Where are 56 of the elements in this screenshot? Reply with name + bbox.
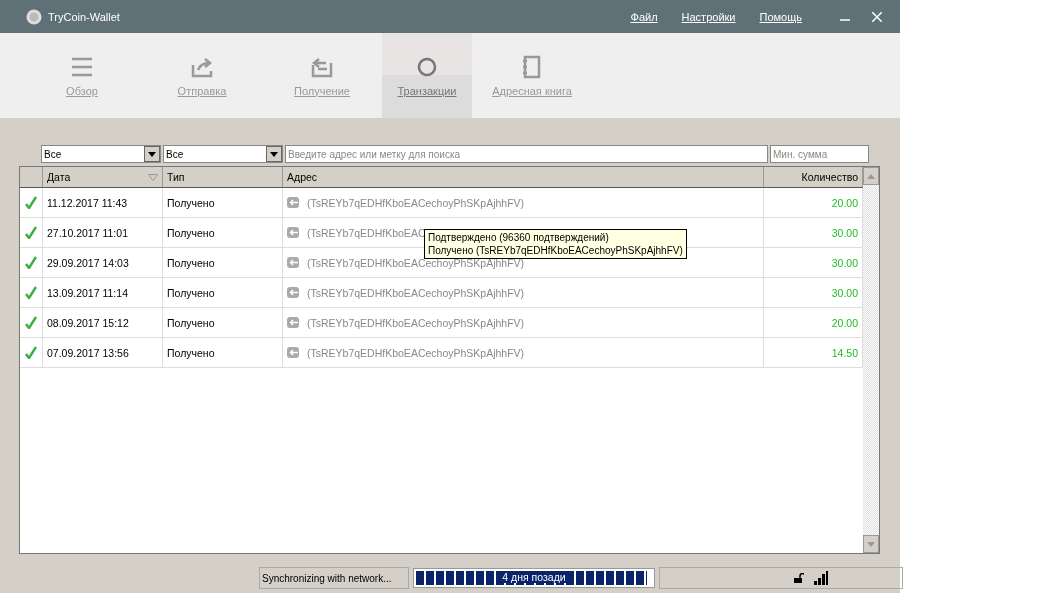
column-header[interactable]: Дата bbox=[43, 167, 163, 188]
incoming-icon bbox=[287, 287, 299, 298]
window-title: TryCoin-Wallet bbox=[48, 10, 120, 23]
table-cell: 11.12.2017 11:43 bbox=[43, 188, 163, 218]
amount-cell: 14.50 bbox=[764, 338, 863, 368]
table-cell: 29.09.2017 14:03 bbox=[43, 248, 163, 278]
nav-tab[interactable]: Транзакции bbox=[382, 33, 472, 118]
status-message: Synchronizing with network... bbox=[259, 567, 409, 589]
table-cell: Получено bbox=[163, 218, 283, 248]
min-amount-field[interactable]: Мин. сумма bbox=[770, 145, 869, 163]
table-cell: Получено bbox=[163, 308, 283, 338]
incoming-icon bbox=[287, 197, 299, 208]
address-text: (TsREYb7qEDHfKboEACechoyPhSKpAjhhFV) bbox=[307, 316, 525, 329]
close-icon[interactable] bbox=[872, 11, 882, 22]
amount-cell: 20.00 bbox=[764, 188, 863, 218]
amount-cell: 30.00 bbox=[764, 278, 863, 308]
incoming-icon bbox=[287, 227, 299, 238]
column-header[interactable]: Тип bbox=[163, 167, 283, 188]
column-header[interactable]: Количество bbox=[764, 167, 863, 188]
column-header[interactable]: Адрес bbox=[283, 167, 764, 188]
signal-icon bbox=[814, 571, 828, 585]
address-text: (TsREYb7qEDHfKboEAC bbox=[307, 226, 426, 239]
incoming-icon bbox=[287, 347, 299, 358]
table-cell: Получено bbox=[163, 248, 283, 278]
coin-icon bbox=[26, 8, 42, 25]
tooltip-line: Получено (TsREYb7qEDHfKboEACechoyPhSKpAjhhFV) bbox=[428, 244, 683, 257]
menu-item[interactable]: Помощь bbox=[759, 10, 802, 23]
search-field[interactable]: Введите адрес или метку для поиска bbox=[285, 145, 768, 163]
nav-tab[interactable]: Обзор bbox=[22, 33, 142, 118]
tooltip-line: Подтверждено (96360 подтверждений) bbox=[428, 231, 610, 244]
address-text: (TsREYb7qEDHfKboEACechoyPhSKpAjhhFV) bbox=[307, 196, 525, 209]
table-cell: 27.10.2017 11:01 bbox=[43, 218, 163, 248]
amount-cell: 20.00 bbox=[764, 308, 863, 338]
address-text: (TsREYb7qEDHfKboEACechoyPhSKpAjhhFV) bbox=[307, 286, 525, 299]
date-filter[interactable]: Все bbox=[41, 145, 161, 163]
unlock-icon bbox=[794, 573, 804, 583]
amount-cell: 30.00 bbox=[764, 248, 863, 278]
type-filter[interactable]: Все bbox=[163, 145, 283, 163]
table-cell: 08.09.2017 15:12 bbox=[43, 308, 163, 338]
incoming-icon bbox=[287, 257, 299, 268]
address-text: (TsREYb7qEDHfKboEACechoyPhSKpAjhhFV) bbox=[307, 256, 525, 269]
sort-icon bbox=[148, 173, 158, 181]
progress-label: 4 дня позади bbox=[499, 571, 569, 583]
table-cell: 13.09.2017 11:14 bbox=[43, 278, 163, 308]
table-cell: Получено bbox=[163, 338, 283, 368]
table-cell: 07.09.2017 13:56 bbox=[43, 338, 163, 368]
amount-cell: 30.00 bbox=[764, 218, 863, 248]
header-corner bbox=[20, 167, 43, 188]
menu-item[interactable]: Настройки bbox=[681, 10, 736, 23]
menu-item[interactable]: Файл bbox=[630, 10, 658, 23]
address-text: (TsREYb7qEDHfKboEACechoyPhSKpAjhhFV) bbox=[307, 346, 525, 359]
table-cell: Получено bbox=[163, 188, 283, 218]
dropdown-icon bbox=[148, 151, 156, 157]
table-cell: Получено bbox=[163, 278, 283, 308]
dropdown-icon bbox=[270, 151, 278, 157]
incoming-icon bbox=[287, 317, 299, 328]
